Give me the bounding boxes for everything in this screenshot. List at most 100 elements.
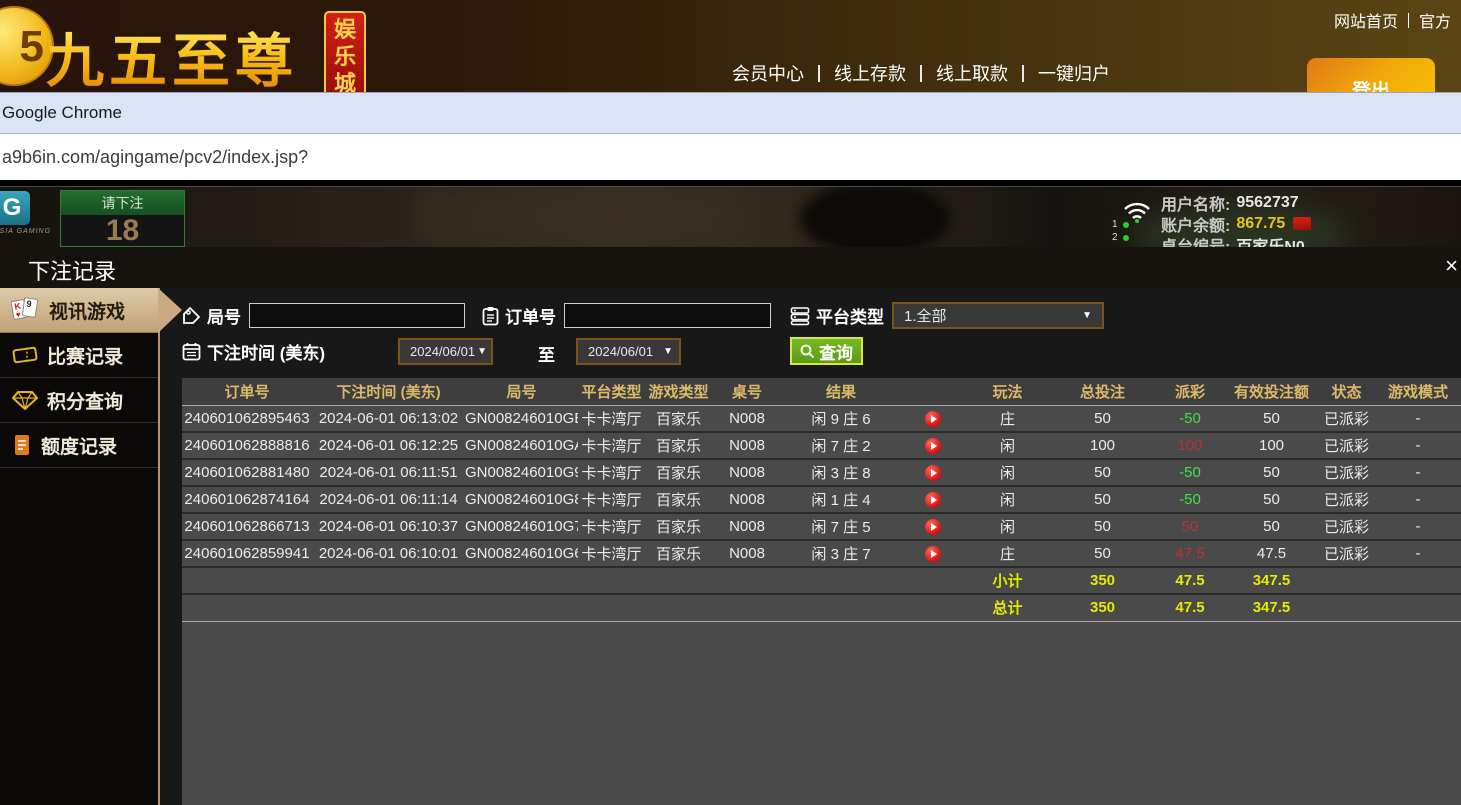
countdown-value: 18 — [61, 215, 184, 247]
modal-sidebar: K♥ 9 视讯游戏 比赛记录 — [0, 288, 160, 805]
modal-title: 下注记录 — [28, 254, 116, 286]
replay-button[interactable] — [925, 411, 941, 427]
search-button-label: 查询 — [819, 339, 853, 364]
table-row: 240601062895463 2024-06-01 06:13:02 GN00… — [182, 405, 1461, 432]
link-official[interactable]: 官方 — [1409, 8, 1461, 32]
browser-app-name: Google Chrome — [0, 103, 122, 123]
date-from-select[interactable]: 2024/06/01 ▼ — [398, 338, 493, 365]
subtotal-row: 小计 350 47.5 347.5 — [182, 567, 1461, 594]
main-nav: 会员中心 线上存款 线上取款 一键归户 — [718, 60, 1124, 86]
tag-icon — [182, 306, 201, 325]
order-filter: 订单号 — [482, 302, 771, 329]
platform-filter: 平台类型 1.全部 ▼ — [790, 302, 1104, 329]
site-logo: 九五至尊 — [46, 14, 298, 98]
ticket-icon — [12, 345, 38, 365]
browser-url-text: a9b6in.com/agingame/pcv2/index.jsp? — [0, 147, 308, 168]
live-video-strip: G ASIA GAMING 请下注 18 1 2 用户名称: 9562737 — [0, 187, 1461, 247]
date-to-select[interactable]: 2024/06/01 ▼ — [576, 338, 681, 365]
browser-notification-bar: Google Chrome — [0, 92, 1461, 133]
order-label: 订单号 — [505, 303, 556, 328]
table-number-value: 百家乐N0 — [1236, 233, 1304, 248]
chevron-down-icon: ▼ — [477, 346, 487, 357]
user-info-panel: 用户名称: 9562737 账户余额: 867.75 桌台编号: 百家乐N0 — [1161, 192, 1461, 247]
bet-table-panel: 订单号 下注时间 (美东) 局号 平台类型 游戏类型 桌号 结果 玩法 总投注 … — [182, 378, 1461, 805]
date-to-label: 至 — [538, 341, 555, 366]
search-button[interactable]: 查询 — [790, 337, 863, 365]
replay-button[interactable] — [925, 492, 941, 508]
sidebar-item-label: 视讯游戏 — [49, 297, 125, 324]
col-payout: 派彩 — [1155, 378, 1225, 405]
col-replay — [900, 378, 965, 405]
replay-button[interactable] — [925, 519, 941, 535]
table-row: 240601062874164 2024-06-01 06:11:14 GN00… — [182, 486, 1461, 513]
col-platform: 平台类型 — [578, 378, 645, 405]
countdown-label: 请下注 — [61, 191, 184, 215]
nav-online-withdraw[interactable]: 线上取款 — [922, 60, 1022, 86]
platform-label: 平台类型 — [816, 303, 884, 328]
badge-char: 乐 — [334, 43, 356, 70]
date-from-value: 2024/06/01 — [410, 344, 475, 359]
round-input[interactable] — [249, 303, 465, 328]
marker-number: 1 — [1112, 219, 1118, 230]
nav-member-center[interactable]: 会员中心 — [718, 60, 818, 86]
table-row: 240601062859941 2024-06-01 06:10:01 GN00… — [182, 540, 1461, 567]
wifi-icon — [1123, 200, 1151, 224]
date-label: 下注时间 (美东) — [207, 339, 325, 364]
round-filter: 局号 — [182, 302, 465, 329]
document-icon — [12, 434, 32, 456]
table-row: 240601062881480 2024-06-01 06:11:51 GN00… — [182, 459, 1461, 486]
col-round-id: 局号 — [465, 378, 578, 405]
table-row: 240601062866713 2024-06-01 06:10:37 GN00… — [182, 513, 1461, 540]
replay-button[interactable] — [925, 438, 941, 454]
sidebar-item-label: 额度记录 — [41, 432, 117, 459]
clipboard-icon — [482, 306, 499, 326]
replay-button[interactable] — [925, 546, 941, 562]
status-badge: 已派彩 — [1318, 432, 1375, 459]
dealer-silhouette — [800, 187, 950, 247]
page: 5 九五至尊 娱 乐 城 网站首页 官方 会员中心 线上存款 线上取款 一键归户… — [0, 0, 1461, 805]
col-table-no: 桌号 — [712, 378, 782, 405]
order-input[interactable] — [564, 303, 771, 328]
status-badge: 已派彩 — [1318, 513, 1375, 540]
top-links: 网站首页 官方 — [1324, 8, 1461, 32]
provider-logo-text: ASIA GAMING — [0, 228, 51, 235]
modal-header: 下注记录 × — [0, 247, 1461, 288]
col-game-type: 游戏类型 — [645, 378, 712, 405]
table-number-label: 桌台编号: — [1161, 233, 1230, 248]
logo-coin-glyph: 5 — [20, 22, 44, 72]
platform-select[interactable]: 1.全部 ▼ — [892, 302, 1104, 329]
link-site-home[interactable]: 网站首页 — [1324, 8, 1408, 32]
replay-button[interactable] — [925, 465, 941, 481]
sidebar-item-quota-records[interactable]: 额度记录 — [0, 423, 158, 468]
status-badge: 已派彩 — [1318, 486, 1375, 513]
close-icon[interactable]: × — [1445, 255, 1458, 277]
green-dot-icon — [1123, 235, 1129, 241]
sidebar-item-label: 比赛记录 — [47, 342, 123, 369]
col-total-bet: 总投注 — [1050, 378, 1155, 405]
sidebar-item-points-query[interactable]: 积分查询 — [0, 378, 158, 423]
marker-number: 2 — [1112, 232, 1118, 243]
sidebar-item-label: 积分查询 — [47, 387, 123, 414]
video-background — [420, 187, 750, 247]
col-game-mode: 游戏模式 — [1375, 378, 1461, 405]
calendar-icon — [182, 342, 201, 361]
nav-one-key-transfer[interactable]: 一键归户 — [1024, 60, 1124, 86]
browser-url-bar[interactable]: a9b6in.com/agingame/pcv2/index.jsp? — [0, 133, 1461, 180]
date-to-value: 2024/06/01 — [588, 344, 653, 359]
nav-online-deposit[interactable]: 线上存款 — [820, 60, 920, 86]
status-badge: 已派彩 — [1318, 540, 1375, 567]
user-name-value: 9562737 — [1236, 194, 1298, 212]
date-filter: 下注时间 (美东) — [182, 338, 333, 365]
sidebar-item-match-records[interactable]: 比赛记录 — [0, 333, 158, 378]
total-label: 总计 — [965, 594, 1050, 621]
flag-icon — [1293, 217, 1311, 230]
col-order-id: 订单号 — [182, 378, 312, 405]
col-status: 状态 — [1318, 378, 1375, 405]
round-label: 局号 — [207, 303, 241, 328]
gem-icon — [12, 390, 38, 410]
modal-content: 局号 订单号 — [162, 288, 1461, 805]
chevron-down-icon: ▼ — [663, 346, 673, 357]
bet-records-modal: 下注记录 × K♥ 9 视讯游戏 — [0, 247, 1461, 805]
sidebar-item-video-games[interactable]: K♥ 9 视讯游戏 — [0, 288, 158, 333]
bet-countdown: 请下注 18 — [60, 190, 185, 247]
